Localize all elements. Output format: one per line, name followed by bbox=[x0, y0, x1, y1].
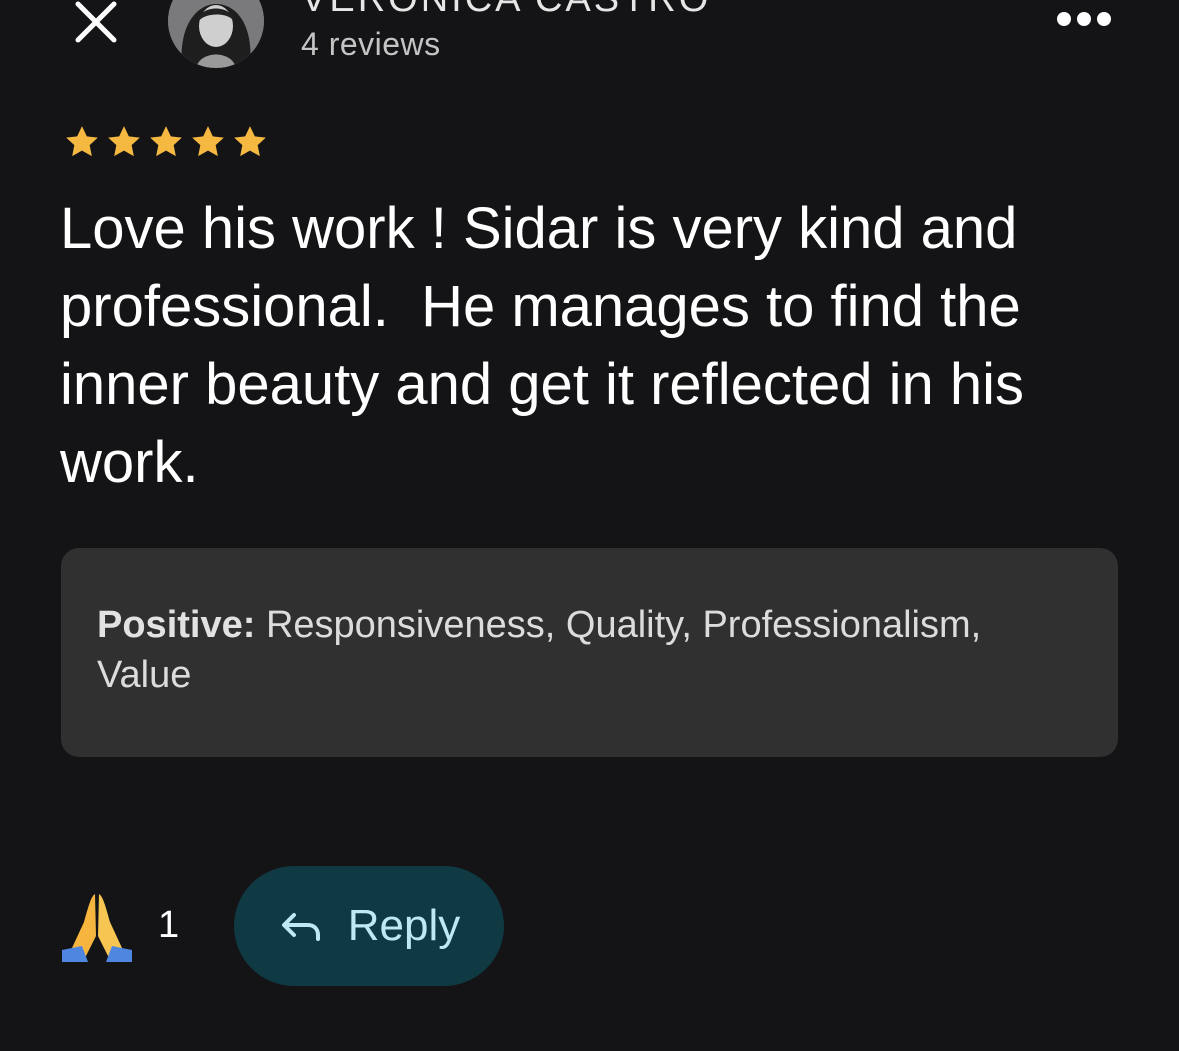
reply-button[interactable]: Reply bbox=[234, 866, 504, 986]
praying-hands-icon bbox=[62, 894, 132, 962]
star-icon bbox=[192, 126, 224, 157]
more-horizontal-icon-dot bbox=[1077, 12, 1091, 26]
attributes-label: Positive: bbox=[97, 604, 256, 646]
review-count: 4 reviews bbox=[301, 26, 441, 62]
reviewer-name[interactable]: VERONICA CASTRO bbox=[301, 0, 711, 21]
review-attributes-card: Positive: Responsiveness, Quality, Profe… bbox=[61, 548, 1118, 757]
star-icon bbox=[66, 126, 98, 157]
reply-arrow-icon bbox=[281, 913, 320, 941]
star-icon bbox=[150, 126, 182, 157]
reply-label: Reply bbox=[347, 901, 461, 950]
star-icon bbox=[234, 126, 266, 157]
more-horizontal-icon-dot bbox=[1097, 12, 1111, 26]
reaction-count: 1 bbox=[158, 903, 180, 946]
close-icon bbox=[75, 1, 117, 43]
more-options-button[interactable] bbox=[1057, 8, 1111, 30]
star-icon bbox=[108, 126, 140, 157]
close-button[interactable] bbox=[70, 0, 122, 44]
review-text: Love his work ! Sidar is very kind and p… bbox=[60, 196, 1041, 495]
avatar[interactable] bbox=[168, 0, 264, 68]
star-rating bbox=[62, 122, 270, 162]
more-horizontal-icon bbox=[1057, 12, 1071, 26]
reaction-button[interactable]: 1 bbox=[60, 888, 179, 962]
avatar-image bbox=[168, 0, 264, 68]
